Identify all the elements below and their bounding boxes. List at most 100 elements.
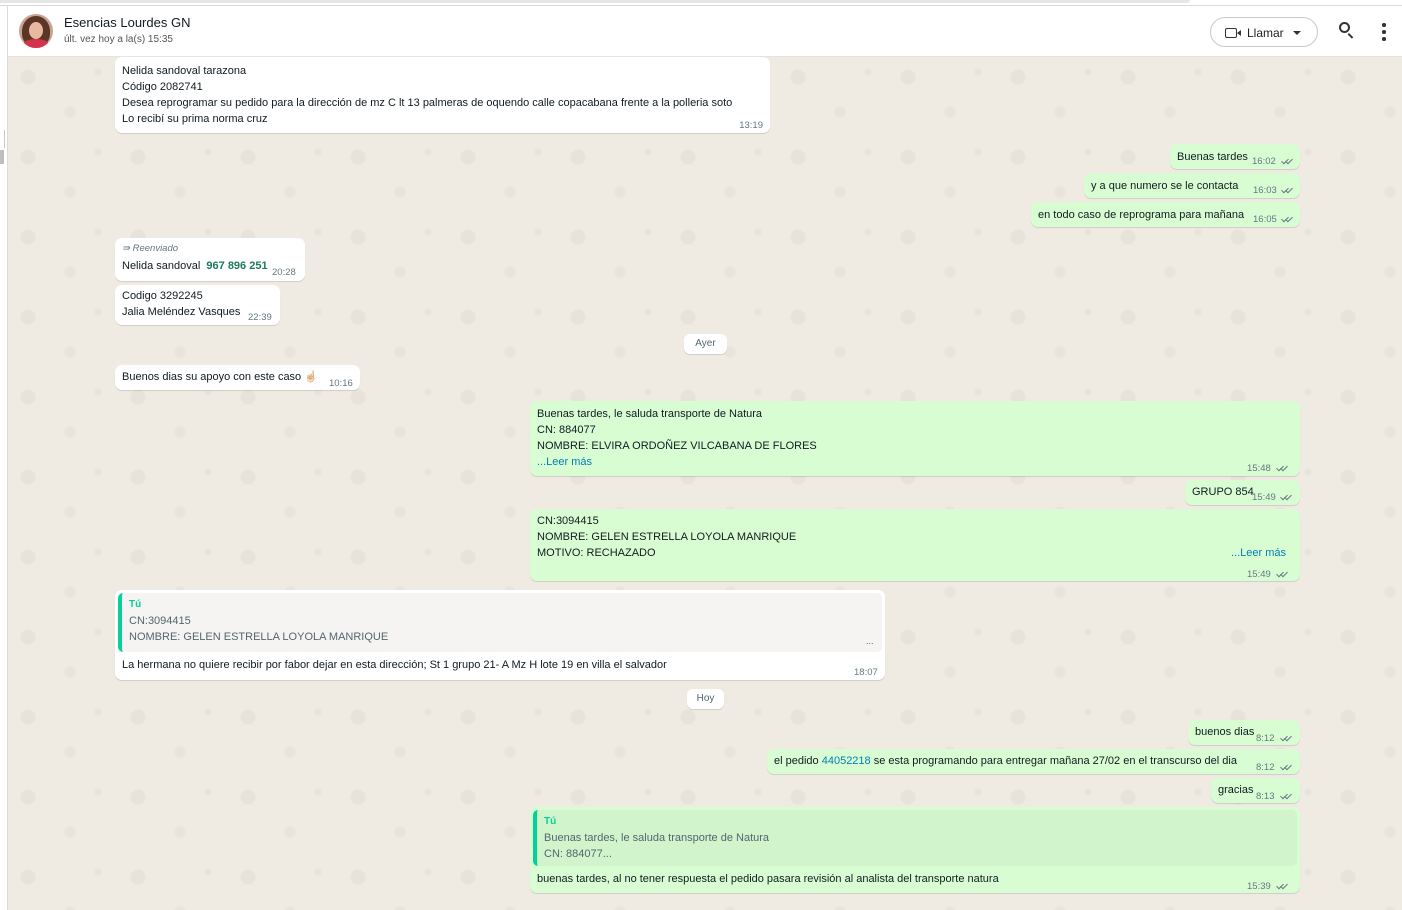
message-time: 16:02	[1252, 156, 1276, 167]
quote-ellipsis: ...	[866, 636, 874, 646]
message-time: 22:39	[248, 312, 272, 323]
message-text: buenos dias	[1195, 726, 1255, 738]
scroll-marker	[0, 130, 5, 148]
phone-number-link[interactable]: 967 896 251	[206, 260, 267, 272]
double-check-icon	[1280, 792, 1293, 800]
message-outgoing[interactable]: gracias 8:13	[1211, 778, 1300, 803]
message-time: 20:28	[272, 267, 296, 278]
message-line: CN: 884077	[537, 424, 596, 436]
message-time: 8:12	[1256, 762, 1275, 773]
message-outgoing[interactable]: buenos dias 8:12	[1188, 720, 1300, 745]
date-divider: Ayer	[684, 334, 727, 354]
scroll-marker[interactable]	[0, 150, 4, 164]
quoted-message[interactable]: Tú Buenas tardes, le saluda transporte d…	[533, 810, 1297, 866]
call-label: Llamar	[1247, 26, 1284, 40]
search-lens	[1339, 22, 1350, 33]
message-text-part: se esta programando para entregar mañana…	[870, 755, 1237, 767]
message-incoming[interactable]: Codigo 3292245 Jalia Meléndez Vasques 22…	[115, 285, 280, 325]
message-line: Lo recibí su prima norma cruz	[122, 113, 268, 125]
message-line: Nelida sandoval tarazona	[122, 65, 247, 77]
double-check-icon	[1280, 493, 1293, 501]
forwarded-text: Reenviado	[132, 243, 179, 254]
quote-line: CN: 884077...	[544, 848, 612, 860]
message-time: 15:39	[1247, 881, 1271, 892]
message-text: La hermana no quiere recibir por fabor d…	[122, 659, 667, 671]
message-text: el pedido 44052218 se esta programando p…	[774, 753, 1237, 769]
search-icon[interactable]	[1338, 21, 1358, 41]
order-number-link[interactable]: 44052218	[822, 755, 871, 767]
message-outgoing[interactable]: en todo caso de reprograma para mañana 1…	[1031, 202, 1300, 227]
message-line: Jalia Meléndez Vasques	[122, 306, 241, 318]
video-icon	[1225, 28, 1241, 38]
top-scrollbar[interactable]	[0, 0, 1190, 3]
message-line: NOMBRE: ELVIRA ORDOÑEZ VILCABANA DE FLOR…	[537, 440, 817, 452]
double-check-icon	[1280, 763, 1293, 771]
double-check-icon	[1280, 734, 1293, 742]
message-incoming[interactable]: Buenos dias su apoyo con este caso ☝🏻 10…	[115, 365, 360, 390]
message-line: Buenas tardes, le saluda transporte de N…	[537, 408, 763, 420]
message-outgoing[interactable]: Buenas tardes 16:02	[1170, 144, 1300, 169]
date-divider: Hoy	[687, 689, 724, 709]
avatar-shirt	[22, 39, 50, 48]
message-outgoing[interactable]: GRUPO 854 15:49	[1185, 480, 1300, 505]
double-check-icon	[1276, 882, 1289, 890]
message-time: 8:13	[1256, 791, 1275, 802]
menu-icon[interactable]	[1378, 21, 1390, 43]
menu-dot	[1382, 23, 1386, 27]
message-incoming-reply[interactable]: Tú CN:3094415 NOMBRE: GELEN ESTRELLA LOY…	[115, 590, 885, 680]
message-incoming[interactable]: Nelida sandoval tarazona Código 2082741 …	[115, 57, 770, 133]
message-line: CN:3094415	[537, 515, 599, 527]
quote-line: NOMBRE: GELEN ESTRELLA LOYOLA MANRIQUE	[129, 631, 389, 643]
message-text: Buenos dias su apoyo con este caso ☝🏻	[122, 369, 318, 385]
read-more-link[interactable]: ...Leer más	[537, 454, 592, 470]
message-text: GRUPO 854	[1192, 486, 1254, 498]
message-time: 16:03	[1253, 185, 1277, 196]
message-line: Desea reprogramar su pedido para la dire…	[122, 97, 733, 109]
quote-author: Tú	[129, 599, 142, 610]
double-check-icon	[1281, 186, 1294, 194]
chat-area[interactable]: Nelida sandoval tarazona Código 2082741 …	[8, 57, 1402, 910]
chevron-down-icon[interactable]	[1293, 31, 1301, 35]
message-line: MOTIVO: RECHAZADO	[537, 547, 656, 559]
message-time: 13:19	[739, 120, 763, 131]
message-text: buenas tardes, al no tener respuesta el …	[537, 873, 999, 885]
message-time: 15:49	[1252, 492, 1276, 503]
contact-name[interactable]: Esencias Lourdes GN	[64, 15, 190, 30]
message-text: Buenas tardes	[1177, 151, 1248, 163]
chat-header: Esencias Lourdes GN últ. vez hoy a la(s)…	[8, 6, 1402, 57]
message-time: 10:16	[329, 378, 353, 389]
message-text: gracias	[1218, 784, 1254, 796]
message-text-part: Nelida sandoval	[122, 260, 201, 272]
quoted-message[interactable]: Tú CN:3094415 NOMBRE: GELEN ESTRELLA LOY…	[118, 593, 882, 652]
forwarded-label: ⇛ Reenviado	[122, 243, 179, 254]
message-outgoing[interactable]: el pedido 44052218 se esta programando p…	[767, 749, 1300, 774]
message-outgoing[interactable]: CN:3094415 NOMBRE: GELEN ESTRELLA LOYOLA…	[530, 509, 1300, 581]
message-line: Código 2082741	[122, 81, 203, 93]
message-line: NOMBRE: GELEN ESTRELLA LOYOLA MANRIQUE	[537, 531, 797, 543]
double-check-icon	[1281, 157, 1294, 165]
message-time: 18:07	[854, 667, 878, 678]
message-line: Codigo 3292245	[122, 290, 203, 302]
double-check-icon	[1281, 215, 1294, 223]
avatar[interactable]	[19, 14, 53, 48]
read-more-link[interactable]: ...Leer más	[1231, 545, 1286, 561]
message-outgoing-reply[interactable]: Tú Buenas tardes, le saluda transporte d…	[530, 807, 1300, 893]
message-outgoing[interactable]: Buenas tardes, le saluda transporte de N…	[530, 401, 1300, 476]
menu-dot	[1382, 30, 1386, 34]
call-button[interactable]: Llamar	[1210, 17, 1318, 47]
message-outgoing[interactable]: y a que numero se le contacta 16:03	[1084, 173, 1300, 198]
quote-line: CN:3094415	[129, 615, 191, 627]
message-time: 15:49	[1247, 569, 1271, 580]
quote-line: Buenas tardes, le saluda transporte de N…	[544, 832, 770, 844]
message-text: en todo caso de reprograma para mañana	[1038, 209, 1245, 221]
message-text: Nelida sandoval 967 896 251	[122, 258, 268, 274]
search-handle	[1347, 33, 1354, 39]
sidebar-edge	[0, 6, 8, 910]
pointing-finger-emoji: ☝🏻	[304, 371, 318, 383]
message-incoming-forwarded[interactable]: ⇛ Reenviado Nelida sandoval 967 896 251 …	[115, 238, 305, 281]
message-time: 8:12	[1256, 733, 1275, 744]
double-check-icon	[1276, 570, 1289, 578]
message-text: y a que numero se le contacta	[1091, 180, 1239, 192]
message-text-part: el pedido	[774, 755, 822, 767]
message-text-part: Buenos dias su apoyo con este caso	[122, 371, 302, 383]
